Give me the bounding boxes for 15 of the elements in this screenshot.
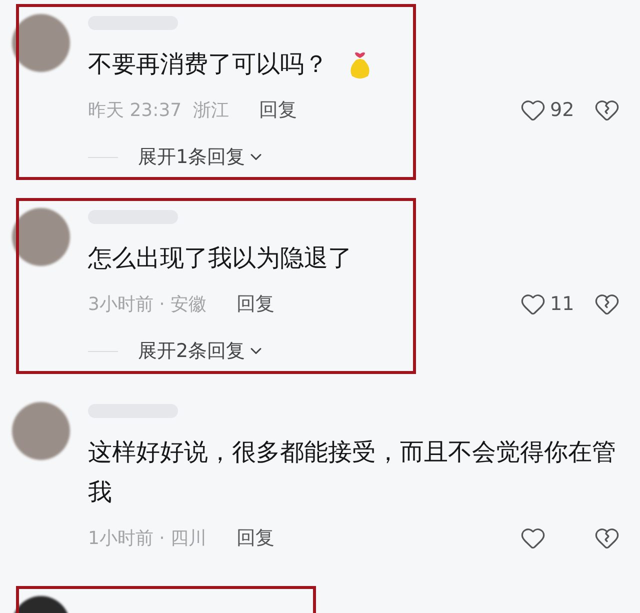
comment-meta: 3小时前 · 安徽: [88, 293, 207, 316]
expand-replies-button[interactable]: 展开1条回复: [138, 144, 266, 170]
comment-text: 怎么出现了我以为隐退了: [88, 243, 352, 274]
avatar[interactable]: [12, 208, 70, 266]
comment-meta: 1小时前 · 四川: [88, 527, 207, 550]
like-button[interactable]: 11: [520, 291, 594, 317]
avatar[interactable]: [12, 14, 70, 72]
like-button[interactable]: 92: [520, 97, 594, 123]
expand-replies-button[interactable]: 展开2条回复: [138, 338, 266, 364]
comment-text: 这样好好说，很多都能接受，而且不会觉得你在管我: [88, 437, 617, 508]
reply-button[interactable]: 回复: [259, 97, 298, 123]
reply-button[interactable]: 回复: [236, 525, 275, 551]
reply-button[interactable]: 回复: [236, 291, 275, 317]
comment-text: 不要再消费了可以吗？: [88, 49, 328, 80]
comment-meta: 昨天 23:37 浙江: [88, 99, 230, 122]
